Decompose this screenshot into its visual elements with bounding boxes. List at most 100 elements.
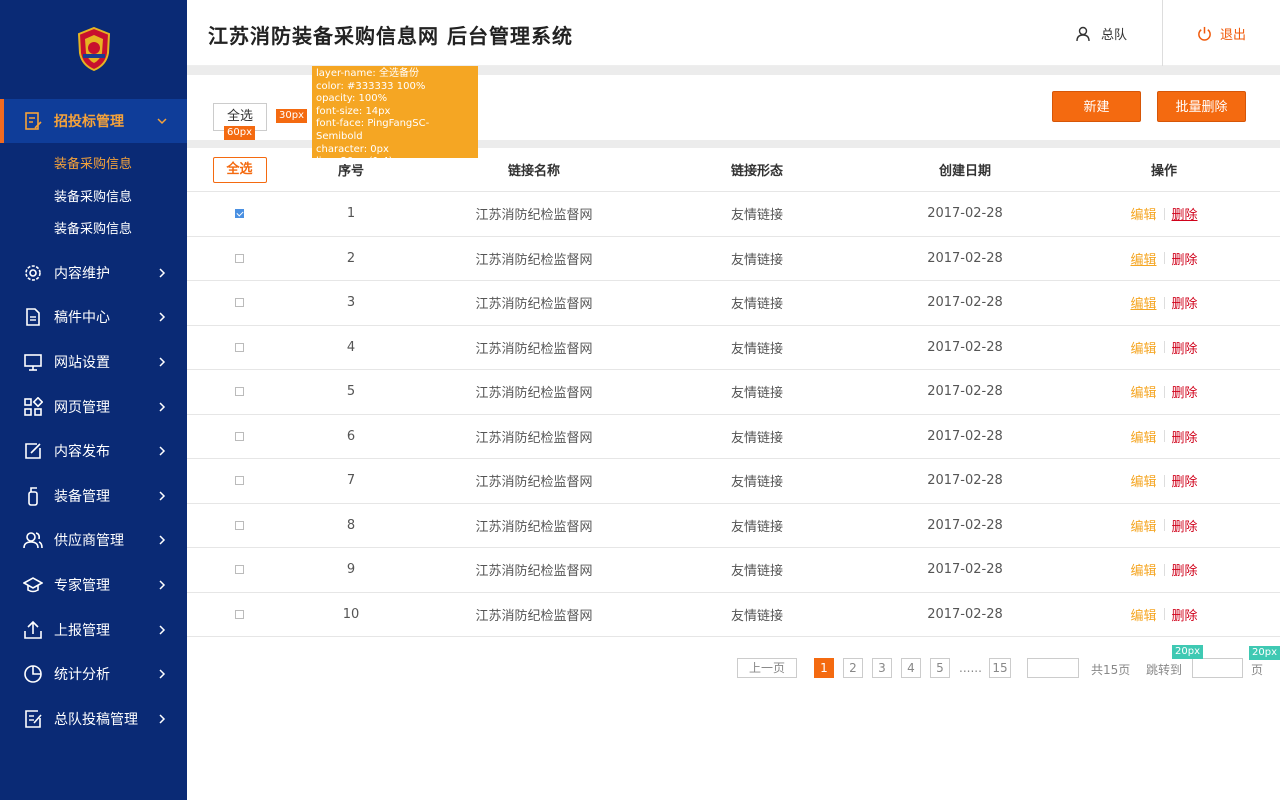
created-date: 2017-02-28 [927, 384, 1003, 400]
logout-button[interactable]: 退出 [1162, 0, 1280, 66]
delete-link[interactable]: 删除 [1172, 293, 1198, 312]
link-type: 友情链接 [730, 608, 783, 624]
gap-dimension-tag: 20px [1172, 645, 1203, 659]
logout-label: 退出 [1219, 27, 1246, 43]
power-icon [1198, 26, 1211, 41]
user-menu[interactable]: 总队 [1075, 24, 1127, 43]
edit-link[interactable]: 编辑 [1130, 338, 1156, 357]
delete-link[interactable]: 删除 [1172, 560, 1198, 579]
chevron-down-icon [157, 118, 167, 125]
row-checkbox[interactable] [235, 520, 244, 530]
row-checkbox[interactable] [235, 387, 244, 397]
submenu-item[interactable]: 装备采购信息 [0, 149, 187, 182]
edit-link[interactable]: 编辑 [1130, 605, 1156, 624]
row-number: 8 [346, 517, 356, 533]
chevron-right-icon [159, 312, 166, 322]
edit-link[interactable]: 编辑 [1130, 249, 1156, 268]
page-button[interactable]: 3 [872, 658, 892, 678]
delete-link[interactable]: 删除 [1172, 204, 1198, 223]
delete-link[interactable]: 删除 [1172, 427, 1198, 446]
jump-input[interactable] [1192, 658, 1243, 678]
sidebar-item-reports[interactable]: 上报管理 [0, 607, 187, 652]
link-type: 友情链接 [730, 386, 783, 402]
edit-link[interactable]: 编辑 [1130, 427, 1156, 446]
delete-link[interactable]: 删除 [1172, 516, 1198, 535]
page-input[interactable] [1027, 658, 1079, 678]
row-checkbox[interactable] [235, 476, 244, 486]
row-checkbox[interactable] [235, 565, 244, 575]
page-button[interactable]: 1 [814, 658, 834, 678]
sidebar: 招投标管理 装备采购信息 装备采购信息 装备采购信息 内容维护 稿件中心 网站设… [0, 0, 187, 800]
sidebar-item-publish[interactable]: 内容发布 [0, 429, 187, 474]
select-all-header-button[interactable]: 全选 [212, 156, 267, 183]
sidebar-item-drafts[interactable]: 稿件中心 [0, 295, 187, 340]
top-header: 江苏消防装备采购信息网 后台管理系统 总队 退出 [187, 0, 1280, 66]
gear-icon [22, 262, 44, 284]
delete-link[interactable]: 删除 [1172, 605, 1198, 624]
page-button[interactable]: 15 [989, 658, 1011, 678]
edit-link[interactable]: 编辑 [1130, 471, 1156, 490]
table-row: 8 江苏消防纪检监督网 友情链接 2017-02-28 编辑 删除 [187, 504, 1280, 548]
divider [1163, 519, 1165, 532]
row-number: 9 [346, 562, 356, 578]
sidebar-item-label: 招投标管理 [54, 114, 124, 130]
prev-page-button[interactable]: 上一页 [737, 658, 797, 678]
table-row: 10 江苏消防纪检监督网 友情链接 2017-02-28 编辑 删除 [187, 593, 1280, 637]
sidebar-item-bidding[interactable]: 招投标管理 [0, 99, 187, 143]
chevron-right-icon [159, 625, 166, 635]
sidebar-item-experts[interactable]: 专家管理 [0, 563, 187, 608]
new-button[interactable]: 新建 [1052, 91, 1141, 122]
graduation-cap-icon [22, 574, 44, 596]
table-row: 3 江苏消防纪检监督网 友情链接 2017-02-28 编辑 删除 [187, 281, 1280, 326]
table-row: 2 江苏消防纪检监督网 友情链接 2017-02-28 编辑 删除 [187, 237, 1280, 281]
pagination: 上一页 1 2 3 4 5 ...... 15 共15页 跳转到 页 [0, 658, 1280, 680]
edit-link[interactable]: 编辑 [1130, 516, 1156, 535]
file-icon [22, 306, 44, 328]
submenu-item[interactable]: 装备采购信息 [0, 214, 187, 247]
sidebar-item-pages[interactable]: 网页管理 [0, 384, 187, 429]
sidebar-item-submissions[interactable]: 总队投稿管理 [0, 696, 187, 741]
logo [0, 0, 187, 98]
delete-link[interactable]: 删除 [1172, 471, 1198, 490]
batch-delete-button[interactable]: 批量删除 [1157, 91, 1246, 122]
row-number: 7 [346, 473, 356, 489]
table-row: 7 江苏消防纪检监督网 友情链接 2017-02-28 编辑 删除 [187, 459, 1280, 504]
row-checkbox[interactable] [235, 342, 244, 352]
edit-link[interactable]: 编辑 [1130, 204, 1156, 223]
page-button[interactable]: 2 [843, 658, 863, 678]
sidebar-item-label: 网站设置 [54, 354, 110, 371]
link-type: 友情链接 [730, 208, 783, 224]
divider [1163, 341, 1165, 354]
row-checkbox[interactable] [235, 431, 244, 441]
created-date: 2017-02-28 [927, 295, 1003, 311]
row-checkbox[interactable] [235, 298, 244, 308]
row-checkbox[interactable] [235, 609, 244, 619]
divider [1163, 296, 1165, 309]
delete-link[interactable]: 删除 [1172, 338, 1198, 357]
page-button[interactable]: 4 [901, 658, 921, 678]
sidebar-item-label: 上报管理 [54, 622, 110, 639]
delete-link[interactable]: 删除 [1172, 382, 1198, 401]
sidebar-item-content[interactable]: 内容维护 [0, 251, 187, 296]
delete-link[interactable]: 删除 [1172, 249, 1198, 268]
jump-label: 跳转到 [1146, 663, 1183, 677]
link-type: 友情链接 [730, 564, 783, 580]
link-type: 友情链接 [730, 475, 783, 491]
link-name: 江苏消防纪检监督网 [475, 564, 593, 580]
sidebar-item-suppliers[interactable]: 供应商管理 [0, 518, 187, 563]
edit-link[interactable]: 编辑 [1130, 560, 1156, 579]
fire-badge-icon [77, 27, 110, 71]
edit-link[interactable]: 编辑 [1130, 382, 1156, 401]
row-number: 6 [346, 428, 356, 444]
edit-link[interactable]: 编辑 [1130, 293, 1156, 312]
sidebar-item-equipment[interactable]: 装备管理 [0, 473, 187, 518]
created-date: 2017-02-28 [927, 473, 1003, 489]
sidebar-item-site-settings[interactable]: 网站设置 [0, 340, 187, 385]
divider [1163, 252, 1165, 265]
row-checkbox[interactable] [235, 209, 244, 219]
page-button[interactable]: 5 [930, 658, 950, 678]
submenu-item[interactable]: 装备采购信息 [0, 182, 187, 215]
link-name: 江苏消防纪检监督网 [475, 430, 593, 446]
spec-annotation: layer-name: 全选备份 color: #333333 100% opa… [312, 66, 478, 167]
row-checkbox[interactable] [235, 253, 244, 263]
